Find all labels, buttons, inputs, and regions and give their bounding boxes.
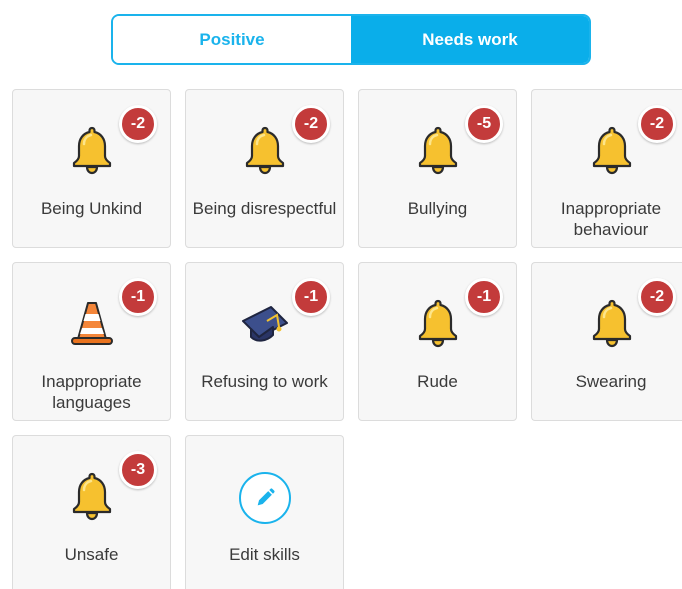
skill-label: Being Unkind bbox=[40, 199, 143, 218]
positive-needs-work-toggle[interactable]: Positive Needs work bbox=[111, 14, 591, 65]
bell-icon bbox=[64, 468, 120, 524]
tab-positive[interactable]: Positive bbox=[113, 16, 351, 63]
pencil-icon bbox=[254, 487, 276, 509]
points-badge: -2 bbox=[292, 105, 330, 143]
points-badge: -2 bbox=[638, 278, 676, 316]
skill-label: Being disrespectful bbox=[192, 199, 337, 218]
points-badge: -2 bbox=[638, 105, 676, 143]
skill-card-refusing-to-work[interactable]: -1 Refusing to work bbox=[185, 262, 344, 421]
skill-card-being-unkind[interactable]: -2 Being Unkind bbox=[12, 89, 171, 248]
edit-skills-button[interactable] bbox=[238, 472, 291, 524]
bell-icon bbox=[410, 122, 466, 178]
skill-card-inappropriate-behaviour[interactable]: -2 Inappropriate behaviour bbox=[531, 89, 682, 248]
edit-skills-label: Edit skills bbox=[229, 545, 300, 564]
skill-label: Swearing bbox=[575, 372, 647, 391]
points-badge: -1 bbox=[465, 278, 503, 316]
skill-card-rude[interactable]: -1 Rude bbox=[358, 262, 517, 421]
skill-label: Refusing to work bbox=[201, 372, 328, 391]
points-badge: -3 bbox=[119, 451, 157, 489]
points-badge: -1 bbox=[292, 278, 330, 316]
bell-icon bbox=[584, 122, 640, 178]
skill-card-unsafe[interactable]: -3 Unsafe bbox=[12, 435, 171, 589]
skill-card-being-disrespectful[interactable]: -2 Being disrespectful bbox=[185, 89, 344, 248]
skill-card-swearing[interactable]: -2 Swearing bbox=[531, 262, 682, 421]
bell-icon bbox=[584, 295, 640, 351]
skill-card-bullying[interactable]: -5 Bullying bbox=[358, 89, 517, 248]
bell-icon bbox=[64, 122, 120, 178]
skill-label: Inappropriate behaviour bbox=[560, 199, 662, 239]
traffic-cone-icon bbox=[64, 295, 120, 351]
graduation-cap-icon bbox=[237, 295, 293, 351]
edit-skills-card[interactable]: Edit skills bbox=[185, 435, 344, 589]
tab-needs-work[interactable]: Needs work bbox=[351, 16, 589, 63]
points-badge: -5 bbox=[465, 105, 503, 143]
skill-label: Bullying bbox=[407, 199, 468, 218]
bell-icon bbox=[410, 295, 466, 351]
skill-label: Rude bbox=[417, 372, 458, 391]
points-badge: -1 bbox=[119, 278, 157, 316]
skill-label: Inappropriate languages bbox=[41, 372, 142, 412]
skill-label: Unsafe bbox=[64, 545, 119, 564]
bell-icon bbox=[237, 122, 293, 178]
skill-card-inappropriate-languages[interactable]: -1 Inappropriate languages bbox=[12, 262, 171, 421]
points-badge: -2 bbox=[119, 105, 157, 143]
